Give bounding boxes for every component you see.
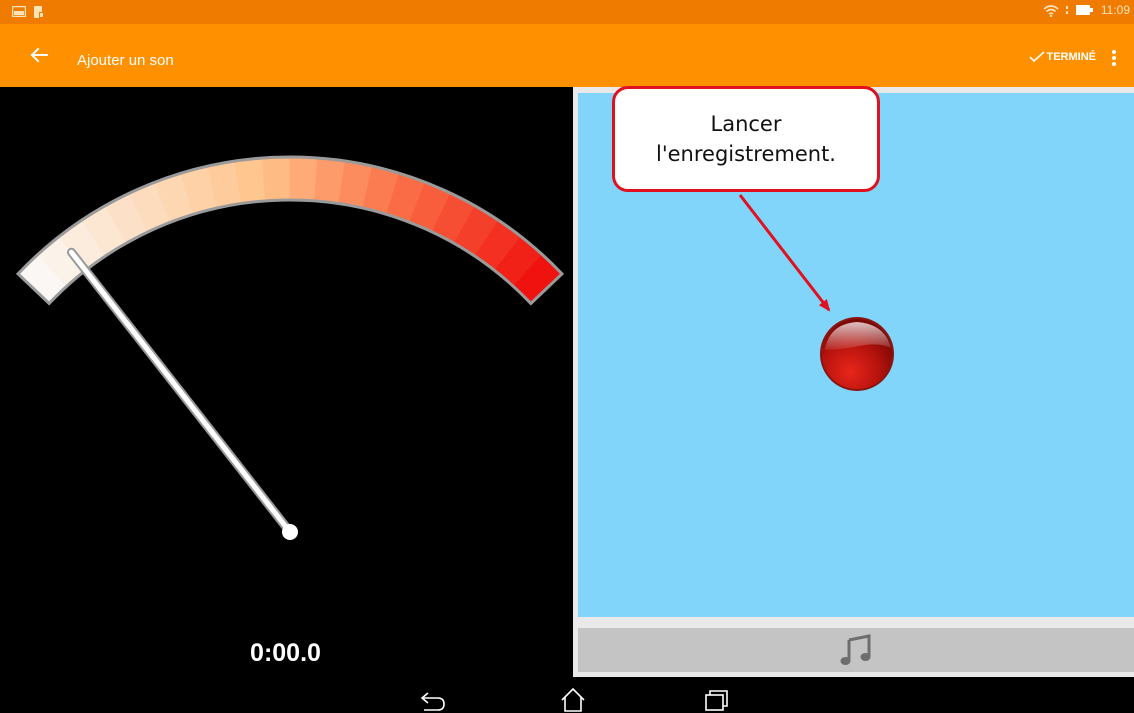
- home-nav-icon[interactable]: [553, 687, 593, 713]
- page-title: Ajouter un son: [77, 52, 174, 69]
- signal-dots-icon: [1065, 6, 1068, 14]
- music-note-icon: [840, 634, 871, 665]
- meter-needle: [66, 247, 298, 540]
- needle-pivot: [282, 524, 298, 540]
- recents-nav-icon[interactable]: [697, 687, 737, 713]
- callout-line-1: Lancer: [710, 111, 782, 136]
- photo-notification-icon: [12, 6, 26, 17]
- sound-library-button[interactable]: [578, 628, 1134, 672]
- meter-segment: [289, 156, 318, 202]
- navigation-bar: [0, 687, 1134, 713]
- checkmark-icon: [1028, 51, 1045, 63]
- back-arrow-icon[interactable]: [26, 42, 52, 68]
- wifi-icon: [1043, 4, 1059, 17]
- record-button-icon[interactable]: [819, 316, 895, 392]
- meter-segment: [262, 156, 291, 202]
- level-meter-panel: 0:00.0: [0, 87, 571, 687]
- more-vert-icon[interactable]: [1104, 46, 1124, 70]
- callout-line-2: l'enregistrement.: [656, 142, 836, 166]
- done-label: TERMINÉ: [1046, 51, 1097, 63]
- back-nav-icon[interactable]: [414, 687, 454, 713]
- level-meter: [15, 155, 565, 540]
- battery-icon: [1075, 5, 1093, 15]
- status-time: 11:09: [1100, 3, 1130, 17]
- status-bar: 11:09: [0, 0, 1134, 24]
- file-notification-icon: [34, 6, 44, 18]
- app-bar: Ajouter un son TERMINÉ: [0, 24, 1134, 87]
- done-button[interactable]: TERMINÉ: [1028, 51, 1097, 63]
- elapsed-time: 0:00.0: [250, 639, 321, 667]
- callout-tooltip: Lancer l'enregistrement.: [612, 86, 880, 192]
